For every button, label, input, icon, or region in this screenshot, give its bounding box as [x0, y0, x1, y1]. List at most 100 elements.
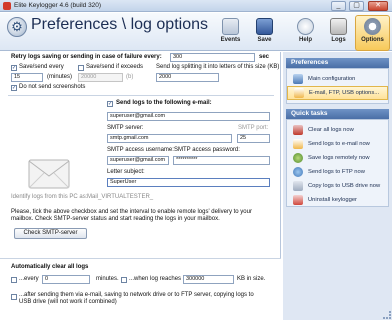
logs-icon [330, 18, 347, 35]
hint-text: Please, tick the above checkbox and set … [11, 209, 252, 222]
no-screenshots-checkbox[interactable]: ✓ [11, 85, 17, 91]
page-title: Preferences \ log options [31, 16, 208, 33]
smtp-username-input[interactable]: superuser@gmail.com [107, 156, 169, 165]
network-icon [293, 153, 303, 163]
clear-size-label: ...when log reaches [129, 276, 182, 282]
task-uninstall[interactable]: Uninstall keylogger [287, 193, 388, 207]
save-label: Save [257, 37, 272, 43]
calendar-icon [222, 18, 239, 35]
minimize-button[interactable]: _ [331, 1, 346, 11]
app-icon [3, 2, 11, 10]
help-label: Help [298, 37, 312, 43]
clear-kb-label: KB in size. [237, 276, 266, 282]
clear-every-checkbox[interactable] [11, 277, 17, 283]
minutes-input[interactable]: 15 [11, 73, 43, 82]
identify-label: Identify logs from this PC as: [11, 194, 88, 200]
divider [8, 95, 274, 96]
sidebar-item-label: Main configuration [308, 76, 356, 82]
save-every-label: Save/send every [19, 64, 64, 70]
events-label: Events [220, 37, 241, 43]
clear-every-input[interactable]: 0 [42, 275, 90, 284]
close-button[interactable]: ✕ [368, 1, 388, 11]
help-icon [297, 18, 314, 35]
sidebar: Preferences Main configuration E-mail, F… [283, 52, 392, 320]
options-label: Options [361, 37, 384, 43]
task-copy-usb[interactable]: Copy logs to USB drive now [287, 179, 388, 193]
maximize-button[interactable]: ▢ [349, 1, 364, 11]
task-label: Save logs remotely now [308, 155, 370, 161]
retry-interval-input[interactable]: 300 [170, 53, 255, 62]
exceeds-size-input[interactable]: 20000 [78, 73, 123, 82]
smtp-password-label: SMTP access password: [174, 147, 240, 153]
floppy-disk-icon [256, 18, 273, 35]
save-button[interactable]: Save [248, 15, 281, 51]
gears-icon [364, 18, 381, 35]
email-icon [294, 88, 304, 98]
preferences-header: Preferences [286, 58, 389, 68]
task-send-ftp[interactable]: Send logs to FTP now [287, 165, 388, 179]
sidebar-item-main-configuration[interactable]: Main configuration [287, 72, 388, 86]
email-address-input[interactable]: superuser@gmail.com [107, 112, 270, 121]
smtp-port-input[interactable]: 25 [237, 134, 270, 143]
logs-button[interactable]: Logs [322, 15, 355, 51]
header: ⚙ Preferences \ log options Events Save … [0, 13, 392, 51]
exceeds-unit: (b) [126, 74, 134, 80]
no-screenshots-label: Do not send screenshots [19, 84, 86, 90]
minutes-unit: (minutes) [47, 74, 73, 80]
save-every-checkbox[interactable]: ✓ [11, 65, 17, 71]
clear-minutes-label: minutes. [96, 276, 119, 282]
check-smtp-button[interactable]: Check SMTP-server [14, 228, 87, 239]
smtp-port-label: SMTP port: [238, 125, 269, 131]
subject-input[interactable]: SuperUser [107, 178, 270, 187]
task-clear-logs[interactable]: Clear all logs now [287, 123, 388, 137]
split-size-input[interactable]: 2000 [156, 73, 219, 82]
clear-every-label: ...every [19, 276, 39, 282]
options-button[interactable]: Options [355, 15, 390, 51]
ftp-icon [293, 167, 303, 177]
help-button[interactable]: Help [289, 15, 322, 51]
gear-icon: ⚙ [7, 17, 27, 37]
identify-value: Mail_VIRTUALTESTER_ [87, 194, 154, 200]
send-email-label: Send logs to the following e-mail: [116, 100, 212, 106]
task-label: Uninstall keylogger [308, 197, 357, 203]
retry-unit: sec [259, 54, 270, 60]
computer-icon [293, 74, 303, 84]
quick-tasks-header: Quick tasks [286, 109, 389, 119]
envelope-icon [28, 159, 70, 189]
quick-tasks-panel: Quick tasks Clear all logs now Send logs… [286, 109, 389, 207]
auto-clear-section: Automatically clear all logs ...every 0 … [0, 258, 281, 320]
clear-icon [293, 125, 303, 135]
clear-after-sending-label: ...after sending them via e-mail, saving… [19, 292, 254, 305]
window-title: Elite Keylogger 4.6 (build 320) [14, 2, 102, 9]
task-label: Send logs to FTP now [308, 169, 365, 175]
send-email-checkbox[interactable]: ✓ [107, 101, 113, 107]
auto-clear-title: Automatically clear all logs [11, 264, 89, 270]
split-size-label: Send log splitting it into letters of th… [156, 64, 280, 70]
clear-size-input[interactable]: 300000 [183, 275, 234, 284]
logs-label: Logs [331, 37, 346, 43]
events-button[interactable]: Events [214, 15, 247, 51]
task-label: Clear all logs now [308, 127, 354, 133]
smtp-username-label: SMTP access username: [107, 147, 174, 153]
smtp-server-input[interactable]: smtp.gmail.com [107, 134, 232, 143]
title-bar[interactable]: Elite Keylogger 4.6 (build 320) _ ▢ ✕ [0, 0, 392, 12]
task-save-remotely[interactable]: Save logs remotely now [287, 151, 388, 165]
resize-grip[interactable] [383, 311, 391, 319]
smtp-password-input[interactable]: ********** [173, 156, 270, 165]
save-if-exceeds-checkbox[interactable] [78, 65, 84, 71]
sidebar-item-email-ftp-usb[interactable]: E-mail, FTP, USB options... [287, 86, 388, 100]
retry-label: Retry logs saving or sending in case of … [11, 54, 162, 60]
usb-icon [293, 181, 303, 191]
task-label: Copy logs to USB drive now [308, 183, 381, 189]
preferences-panel: Preferences Main configuration E-mail, F… [286, 58, 389, 104]
uninstall-icon [293, 195, 303, 205]
clear-after-sending-checkbox[interactable] [11, 294, 17, 300]
task-send-email[interactable]: Send logs to e-mail now [287, 137, 388, 151]
subject-label: Letter subject: [107, 169, 145, 175]
task-label: Send logs to e-mail now [308, 141, 370, 147]
clear-size-checkbox[interactable] [121, 277, 127, 283]
sidebar-item-label: E-mail, FTP, USB options... [309, 90, 380, 96]
smtp-server-label: SMTP server: [107, 125, 144, 131]
send-email-icon [293, 139, 303, 149]
save-if-exceeds-label: Save/send if exceeds [86, 64, 144, 70]
